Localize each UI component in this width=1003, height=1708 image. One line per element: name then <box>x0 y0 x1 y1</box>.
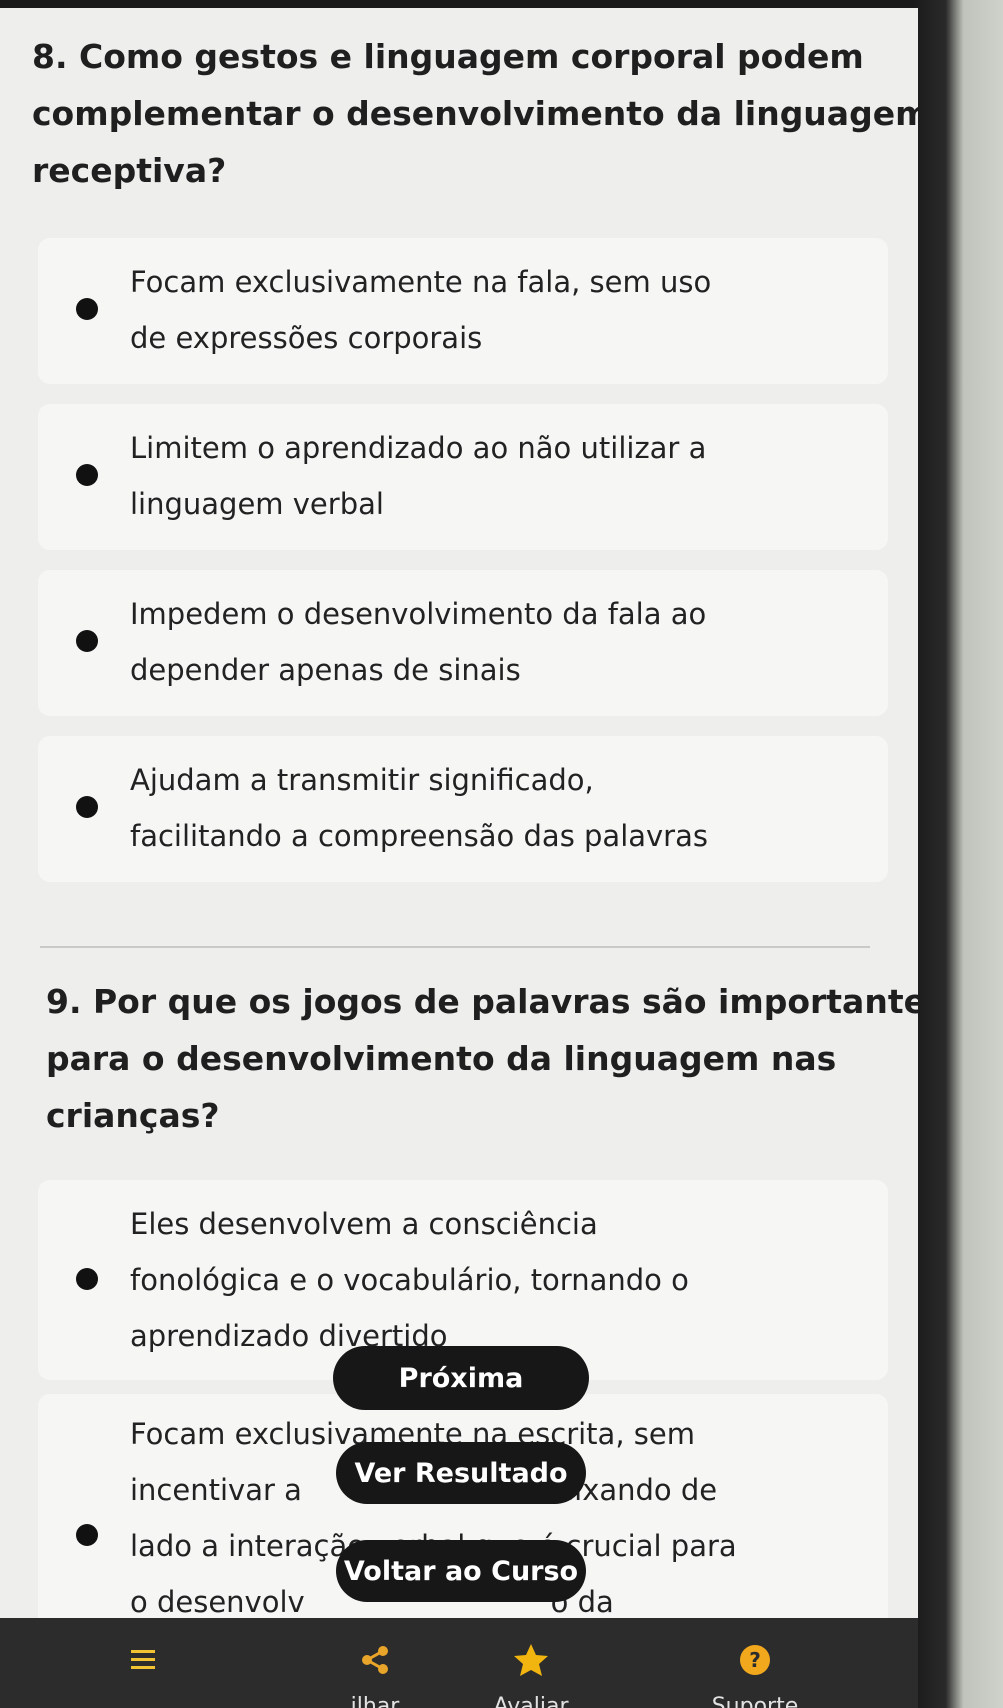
radio-bullet-icon[interactable] <box>76 1268 98 1290</box>
option-line: Focam exclusivamente na fala, sem uso <box>130 265 712 299</box>
nav-label: Suporte <box>711 1694 799 1708</box>
option-text: Ajudam a transmitir significado, facilit… <box>130 752 870 864</box>
option-text: Limitem o aprendizado ao não utilizar a … <box>130 420 870 532</box>
option-text: Focam exclusivamente na fala, sem uso de… <box>130 254 870 366</box>
option-line: linguagem verbal <box>130 487 384 521</box>
view-result-button[interactable]: Ver Resultado <box>336 1442 586 1504</box>
option-line: facilitando a compreensão das palavras <box>130 819 708 853</box>
option-text: Impedem o desenvolvimento da fala ao dep… <box>130 586 870 698</box>
option-fragment: incentivar a <box>130 1473 302 1507</box>
option-line: Impedem o desenvolvimento da fala ao <box>130 597 707 631</box>
question-8-option-2[interactable]: Limitem o aprendizado ao não utilizar a … <box>38 404 888 550</box>
question-9-title: 9. Por que os jogos de palavras são impo… <box>46 973 918 1144</box>
option-line: Eles desenvolvem a consciência <box>130 1207 598 1241</box>
question-8-option-1[interactable]: Focam exclusivamente na fala, sem uso de… <box>38 238 888 384</box>
question-8-title: 8. Como gestos e linguagem corporal pode… <box>32 28 918 199</box>
option-line: fonológica e o vocabulário, tornando o <box>130 1263 689 1297</box>
radio-bullet-icon[interactable] <box>76 630 98 652</box>
question-8-option-3[interactable]: Impedem o desenvolvimento da fala ao dep… <box>38 570 888 716</box>
back-to-course-button[interactable]: Voltar ao Curso <box>336 1540 586 1602</box>
option-line: de expressões corporais <box>130 321 483 355</box>
option-line: Limitem o aprendizado ao não utilizar a <box>130 431 707 465</box>
nav-label: ilhar <box>350 1694 400 1708</box>
radio-bullet-icon[interactable] <box>76 298 98 320</box>
nav-share[interactable]: ilhar <box>300 1618 450 1708</box>
nav-rate[interactable]: Avaliar <box>456 1618 606 1708</box>
share-icon <box>362 1646 388 1674</box>
nav-menu[interactable] <box>68 1618 218 1708</box>
menu-icon <box>131 1650 155 1669</box>
svg-text:?: ? <box>749 1648 761 1672</box>
help-icon: ? <box>740 1645 770 1675</box>
nav-support[interactable]: ? Suporte <box>680 1618 830 1708</box>
option-line: Ajudam a transmitir significado, <box>130 763 594 797</box>
question-9-line: para o desenvolvimento da linguagem nas <box>46 1039 837 1078</box>
question-8-option-4[interactable]: Ajudam a transmitir significado, facilit… <box>38 736 888 882</box>
phone-bezel-top <box>0 0 1003 8</box>
radio-bullet-icon[interactable] <box>76 1524 98 1546</box>
radio-bullet-icon[interactable] <box>76 796 98 818</box>
bottom-navigation: ilhar Avaliar ? Suporte <box>0 1618 918 1708</box>
star-icon <box>514 1644 548 1676</box>
radio-bullet-icon[interactable] <box>76 464 98 486</box>
question-9-line: 9. Por que os jogos de palavras são impo… <box>46 982 918 1021</box>
option-line: depender apenas de sinais <box>130 653 521 687</box>
question-8-line: receptiva? <box>32 151 227 190</box>
question-8-line: 8. Como gestos e linguagem corporal pode… <box>32 37 864 76</box>
next-button[interactable]: Próxima <box>333 1346 589 1410</box>
phone-bezel-side <box>915 0 1003 1708</box>
nav-label: Avaliar <box>493 1694 569 1708</box>
question-divider <box>40 946 870 948</box>
option-fragment: o desenvolv <box>130 1585 305 1619</box>
option-text: Eles desenvolvem a consciência fonológic… <box>130 1196 870 1364</box>
quiz-screen: 8. Como gestos e linguagem corporal pode… <box>0 8 918 1708</box>
question-9-line: crianças? <box>46 1096 220 1135</box>
question-8-line: complementar o desenvolvimento da lingua… <box>32 94 918 133</box>
